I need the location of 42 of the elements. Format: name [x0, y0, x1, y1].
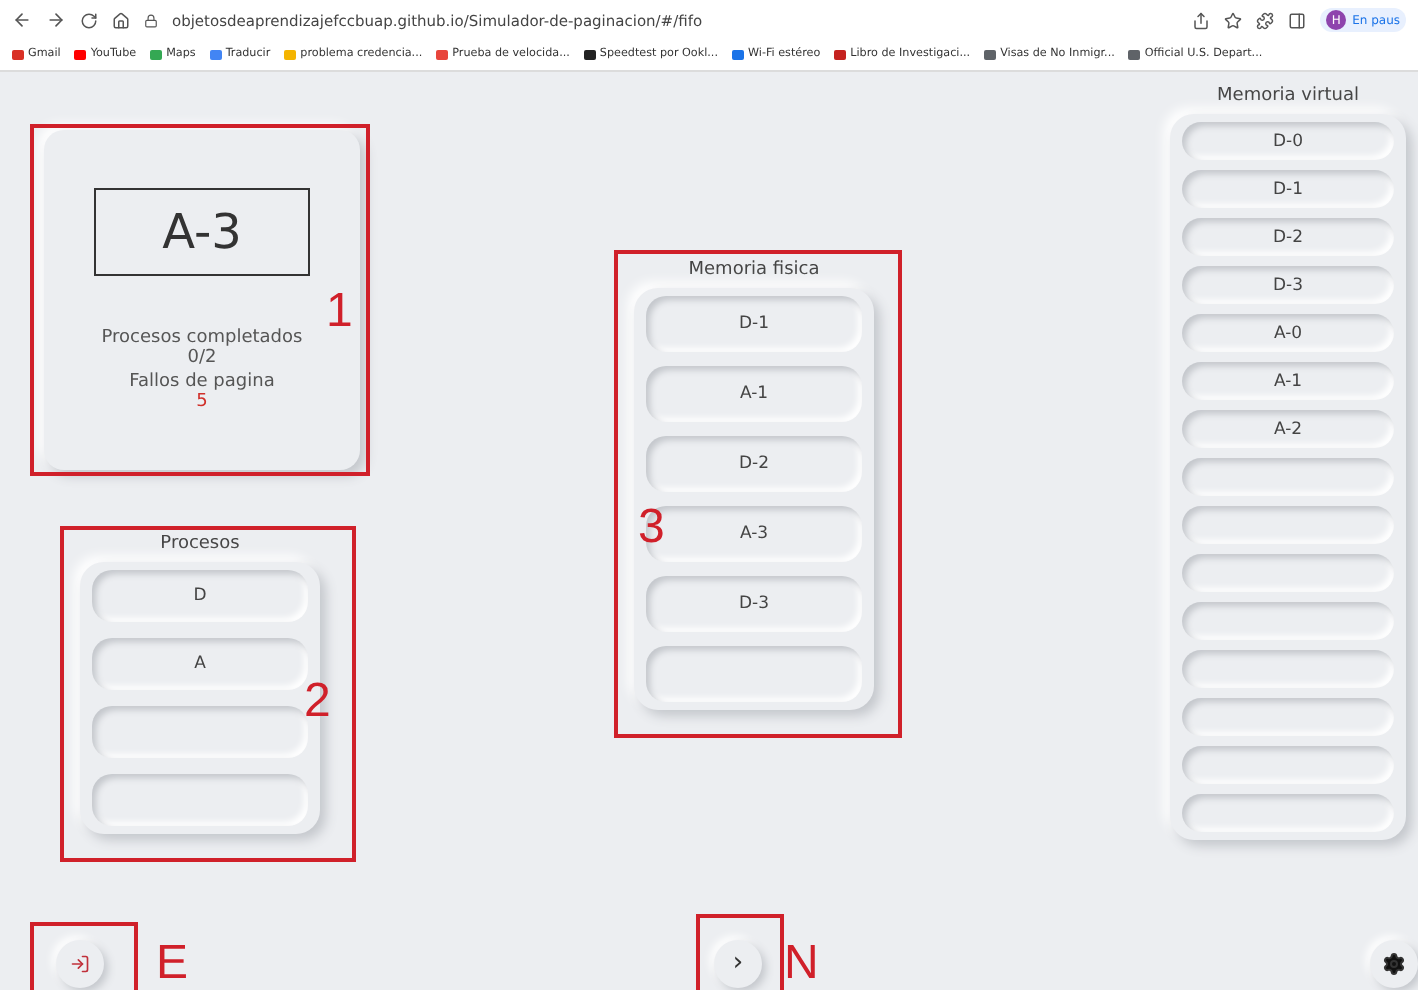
share-icon[interactable]	[1192, 11, 1211, 29]
annotation-label: E	[156, 939, 189, 987]
stat-label: Procesos completados	[101, 328, 303, 348]
annotation-label: N	[784, 939, 819, 987]
star-icon[interactable]	[1224, 11, 1243, 29]
next-button[interactable]: ›	[714, 939, 762, 987]
page-slot: D-0	[1182, 122, 1394, 160]
settings-icon	[1382, 951, 1406, 975]
settings-button[interactable]	[1370, 939, 1418, 987]
annotation-label: 1	[326, 288, 353, 336]
exit-icon	[70, 953, 90, 973]
page-slot: D-3	[1182, 266, 1394, 304]
page-slot: A	[92, 638, 308, 690]
stat-value: 5	[196, 392, 208, 412]
page-slot: A-2	[1182, 410, 1394, 448]
side-panel-icon[interactable]	[1288, 11, 1307, 29]
reload-icon[interactable]	[80, 11, 98, 29]
annotation-box	[30, 921, 138, 990]
panel-title: Memoria fisica	[688, 260, 820, 280]
annotation-label: 2	[304, 678, 331, 726]
stat-value: 0/2	[187, 348, 217, 368]
page-slot: D	[92, 570, 308, 622]
annotation-box	[696, 913, 784, 990]
panel-title: Procesos	[160, 534, 240, 554]
page-slot: D-2	[1182, 218, 1394, 256]
page-slot: A-1	[646, 366, 862, 422]
lock-icon	[144, 13, 158, 27]
page-slot: A-1	[1182, 362, 1394, 400]
page-slot: A-0	[1182, 314, 1394, 352]
page-slot: D-2	[646, 436, 862, 492]
forward-icon[interactable]	[46, 10, 66, 30]
page-slot: D-1	[646, 296, 862, 352]
page-slot: D-1	[1182, 170, 1394, 208]
current-page: A-3	[94, 188, 310, 276]
page-slot: D-3	[646, 576, 862, 632]
stat-label: Fallos de pagina	[129, 372, 275, 392]
puzzle-icon[interactable]	[1256, 11, 1275, 29]
home-icon[interactable]	[112, 11, 130, 29]
annotation-label: 3	[638, 504, 665, 552]
panel-title: Memoria virtual	[1217, 86, 1359, 106]
back-icon[interactable]	[12, 10, 32, 30]
exit-button[interactable]	[56, 939, 104, 987]
